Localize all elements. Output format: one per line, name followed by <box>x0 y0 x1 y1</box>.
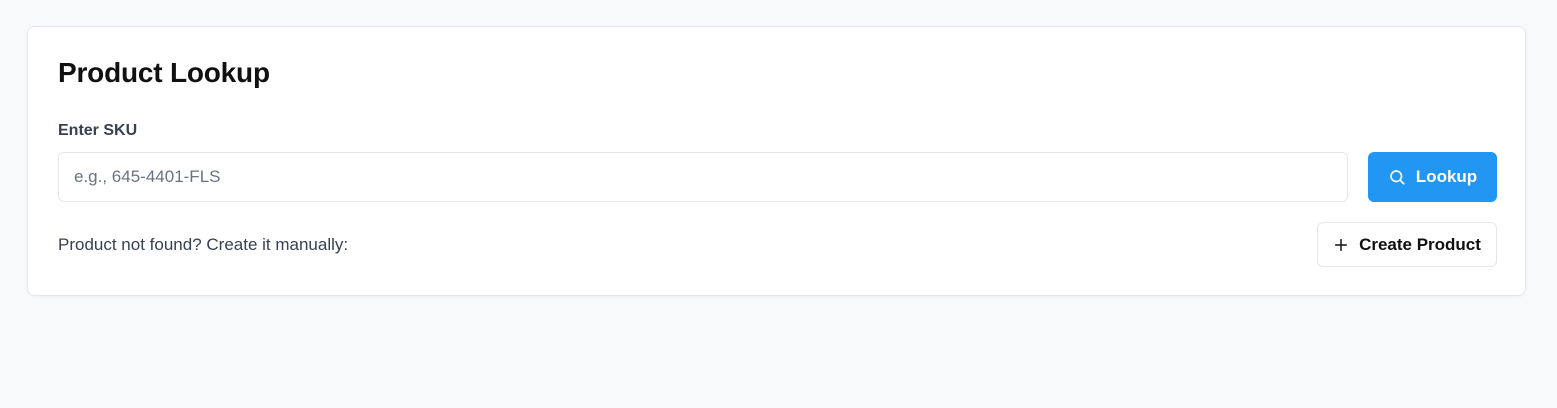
lookup-button-label: Lookup <box>1415 167 1478 186</box>
helper-text: Product not found? Create it manually: <box>58 235 349 254</box>
sku-label: Enter SKU <box>58 122 138 139</box>
create-product-button-label: Create Product <box>1359 234 1481 254</box>
lookup-button[interactable]: Lookup <box>1368 152 1497 202</box>
search-icon <box>1388 168 1406 186</box>
page-title: Product Lookup <box>58 57 270 88</box>
product-lookup-card: Product Lookup Enter SKU Lookup Product … <box>27 26 1526 296</box>
create-product-button[interactable]: Create Product <box>1317 222 1497 267</box>
plus-icon <box>1333 237 1349 253</box>
sku-input[interactable] <box>58 152 1348 202</box>
